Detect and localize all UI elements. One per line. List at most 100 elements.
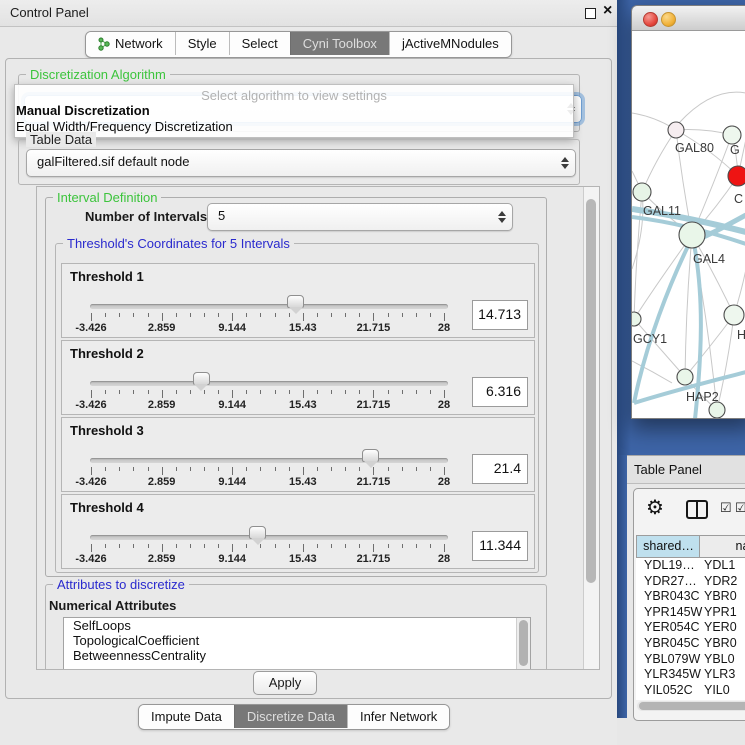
zoom-traffic-light-icon[interactable] [679, 12, 692, 25]
cell-shared-name: YPR145W [644, 605, 702, 621]
tab-jactivemnodules[interactable]: jActiveMNodules [389, 32, 511, 55]
tab-cyni-toolbox[interactable]: Cyni Toolbox [290, 32, 389, 55]
table-row[interactable]: YIL052CYIL0 [636, 683, 745, 699]
float-window-icon[interactable] [585, 8, 596, 19]
table-row[interactable]: YDR27…YDR2 [636, 574, 745, 590]
threshold-value-field[interactable]: 14.713 [472, 300, 528, 330]
tick-label: 9.144 [202, 553, 262, 565]
dropdown-option-manual-discretization[interactable]: Manual Discretization [16, 103, 150, 118]
slider-thumb[interactable] [193, 372, 210, 385]
threshold-value-field[interactable]: 21.4 [472, 454, 528, 484]
network-node-gal11[interactable] [633, 183, 651, 201]
vertical-scrollbar[interactable] [583, 187, 599, 669]
edge [642, 130, 676, 192]
attribute-item-betweennesscentrality[interactable]: BetweennessCentrality [64, 648, 530, 663]
list-scrollbar[interactable] [516, 618, 530, 670]
cell-shared-name: YER054C [644, 620, 700, 636]
attribute-item-selfloops[interactable]: SelfLoops [64, 618, 530, 633]
threshold-value-field[interactable]: 6.316 [472, 377, 528, 407]
tick-label: 15.43 [273, 322, 333, 334]
network-node-g[interactable] [723, 126, 741, 144]
scrollbar-thumb[interactable] [586, 199, 596, 583]
edge [717, 315, 734, 410]
table-row[interactable]: YLR345WYLR3 [636, 667, 745, 683]
table-row[interactable]: YPR145WYPR1 [636, 605, 745, 621]
node-label: HAP2 [686, 390, 719, 404]
network-node-hap2[interactable] [677, 369, 693, 385]
tab-select[interactable]: Select [229, 32, 290, 55]
tick-label: 15.43 [273, 553, 333, 565]
network-view-window[interactable]: GAL80GCGAL11GAL4GCY1HHAP2 [631, 5, 745, 419]
threshold-label: Threshold 2 [70, 346, 144, 361]
tab-label: Discretize Data [247, 705, 335, 728]
top-tab-bar: Network StyleSelectCyni ToolboxjActiveMNo… [85, 31, 512, 58]
control-panel-titlebar: Control Panel × [0, 0, 617, 27]
slider-thumb[interactable] [287, 295, 304, 308]
network-canvas[interactable]: GAL80GCGAL11GAL4GCY1HHAP2 [632, 31, 745, 418]
node-label: GAL4 [693, 252, 725, 266]
network-node-gal4[interactable] [679, 222, 705, 248]
slider-thumb[interactable] [249, 526, 266, 539]
table-panel-titlebar: Table Panel [627, 455, 745, 484]
tab-infer-network[interactable]: Infer Network [347, 705, 449, 728]
dropdown-hint: Select algorithm to view settings [15, 88, 573, 103]
slider-track[interactable] [90, 381, 448, 386]
slider-track[interactable] [90, 458, 448, 463]
tab-network[interactable]: Network [86, 32, 175, 55]
cell-shared-name: YBR043C [644, 589, 700, 605]
tab-style[interactable]: Style [175, 32, 229, 55]
slider-track[interactable] [90, 304, 448, 309]
tick-label: -3.426 [61, 553, 121, 565]
table-row[interactable]: YDL19… YDL1 [636, 558, 745, 574]
minimize-traffic-light-icon[interactable] [661, 12, 676, 27]
network-node-gcy1[interactable] [632, 312, 641, 326]
cell-name: YLR3 [704, 667, 735, 683]
num-intervals-select[interactable]: 5 [207, 203, 513, 231]
table-data-select[interactable]: galFiltered.sif default node [26, 149, 576, 177]
node-label: G [730, 143, 740, 157]
column-header-na[interactable]: na [699, 535, 745, 558]
network-node[interactable] [709, 402, 725, 418]
cell-shared-name: YDL19… [644, 558, 695, 574]
tick-label: 2.859 [132, 553, 192, 565]
table-row[interactable]: YBR043CYBR0 [636, 589, 745, 605]
attribute-item-topologicalcoefficient[interactable]: TopologicalCoefficient [64, 633, 530, 648]
algorithm-dropdown: Select algorithm to view settings Manual… [14, 84, 574, 138]
section-label: Threshold's Coordinates for 5 Intervals [63, 236, 294, 251]
tick-label: -3.426 [61, 322, 121, 334]
apply-button[interactable]: Apply [253, 671, 317, 695]
edge [679, 92, 745, 123]
tick-label: 21.715 [343, 399, 403, 411]
table-row[interactable]: YER054CYER0 [636, 620, 745, 636]
network-node-gal80[interactable] [668, 122, 684, 138]
tab-impute-data[interactable]: Impute Data [139, 705, 234, 728]
numerical-attributes-list[interactable]: SelfLoopsTopologicalCoefficientBetweenne… [63, 617, 531, 670]
network-node-c[interactable] [728, 166, 745, 186]
threshold-panel-4: Threshold 4-3.4262.8599.14415.4321.71528… [61, 494, 535, 569]
network-node-h[interactable] [724, 305, 744, 325]
desktop-edge [617, 455, 627, 718]
table-row[interactable]: YBR045CYBR0 [636, 636, 745, 652]
tab-label: Network [115, 32, 163, 55]
horizontal-scrollbar[interactable] [637, 701, 745, 711]
edge [685, 235, 692, 377]
checkbox-checked-icon[interactable]: ☑ [735, 500, 745, 516]
threshold-panel-1: Threshold 1-3.4262.8599.14415.4321.71528… [61, 263, 535, 338]
columns-icon[interactable] [686, 500, 708, 519]
slider-thumb[interactable] [362, 449, 379, 462]
close-traffic-light-icon[interactable] [643, 12, 658, 27]
column-header-shared-[interactable]: shared… [636, 535, 701, 558]
gear-icon[interactable]: ⚙ [646, 495, 664, 520]
tab-discretize-data[interactable]: Discretize Data [234, 705, 347, 728]
slider-track[interactable] [90, 535, 448, 540]
network-window-titlebar [632, 6, 745, 31]
node-label: GAL80 [675, 141, 714, 155]
tick-label: -3.426 [61, 399, 121, 411]
close-icon[interactable]: × [603, 2, 612, 20]
cell-name: YDR2 [704, 574, 737, 590]
cell-name: YDL1 [704, 558, 735, 574]
table-row[interactable]: YBL079WYBL0 [636, 652, 745, 668]
threshold-value-field[interactable]: 11.344 [472, 531, 528, 561]
checkbox-checked-icon[interactable]: ☑ [720, 500, 732, 516]
stepper-icon [498, 211, 506, 223]
